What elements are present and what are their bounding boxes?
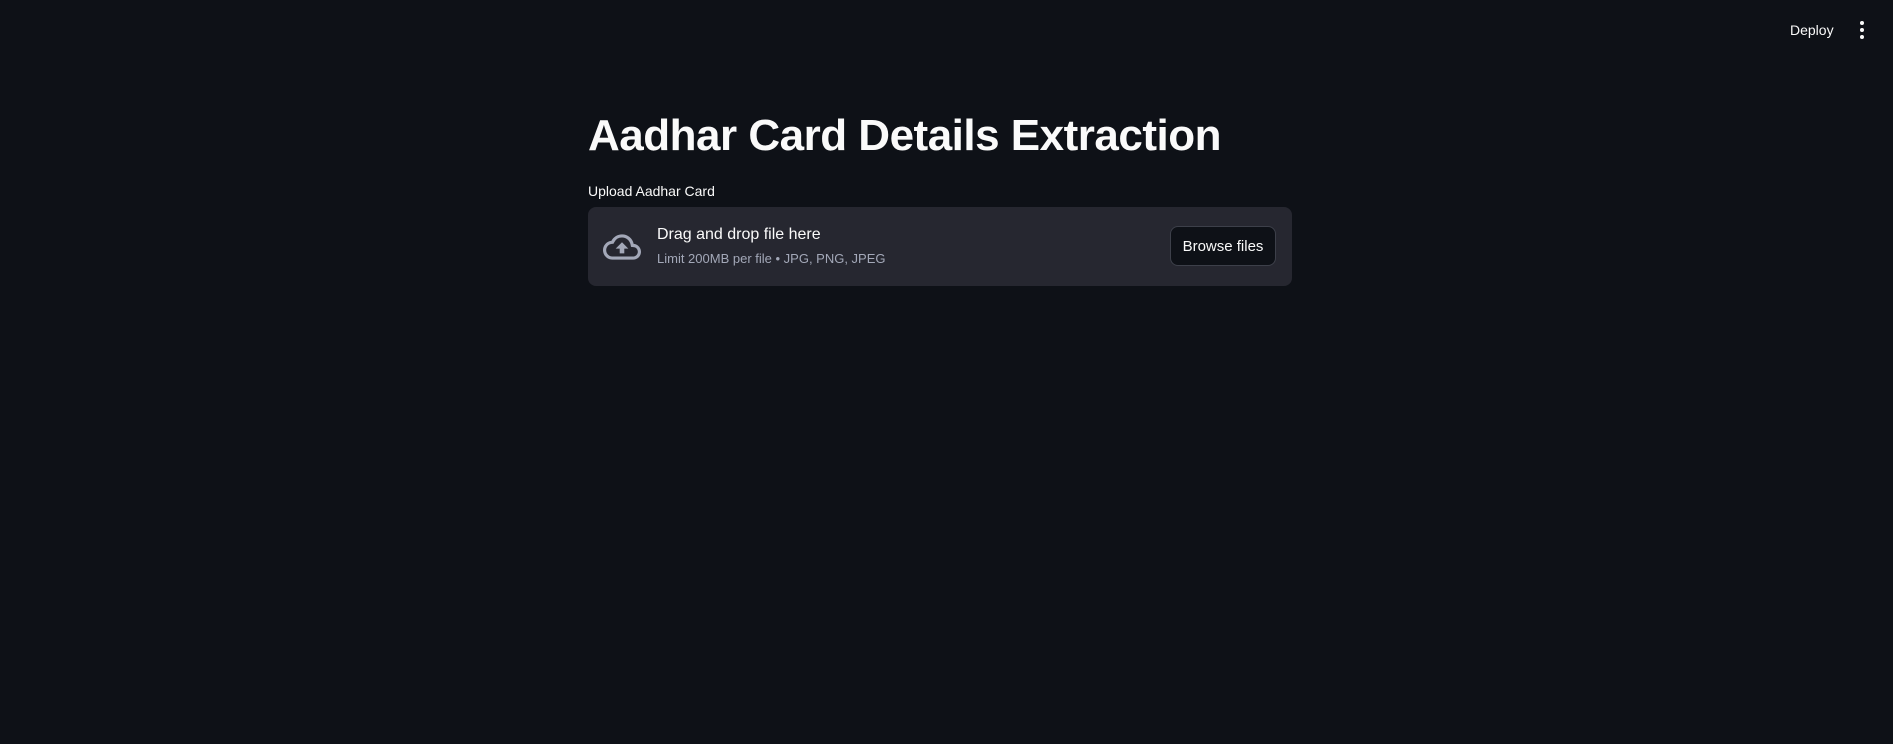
top-header: Deploy [0, 0, 1893, 60]
file-dropzone[interactable]: Drag and drop file here Limit 200MB per … [588, 207, 1292, 286]
page-title: Aadhar Card Details Extraction [588, 111, 1221, 160]
main-menu-button[interactable] [1850, 18, 1874, 42]
dropzone-file-limits: Limit 200MB per file • JPG, PNG, JPEG [657, 251, 886, 266]
app-window: Deploy Aadhar Card Details Extraction Up… [0, 0, 1893, 744]
deploy-button[interactable]: Deploy [1782, 18, 1842, 42]
dropzone-instructions: Drag and drop file here [657, 226, 821, 243]
browse-files-button[interactable]: Browse files [1170, 226, 1276, 266]
cloud-upload-icon [603, 234, 641, 260]
file-uploader-label: Upload Aadhar Card [588, 183, 715, 199]
vertical-ellipsis-icon [1860, 21, 1864, 39]
